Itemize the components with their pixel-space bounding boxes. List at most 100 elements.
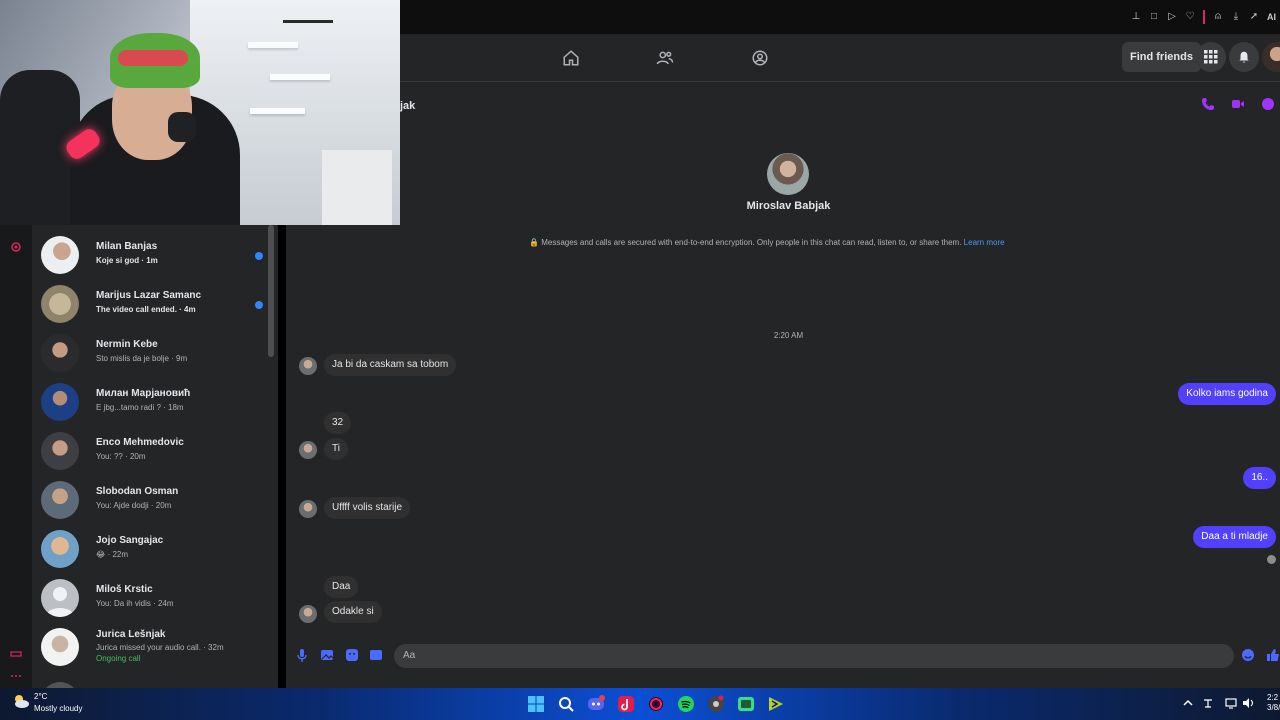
avatar xyxy=(41,530,79,568)
sender-avatar xyxy=(299,500,317,518)
chat-title: jak xyxy=(400,100,416,112)
conversation-item[interactable]: Milan Banjas Koje si god · 1m xyxy=(40,231,270,277)
conversation-item[interactable]: Милан Марјановић E jbg...tamo radi ? · 1… xyxy=(40,378,270,424)
conversation-item[interactable]: Jurica Lešnjak Jurica missed your audio … xyxy=(40,623,270,669)
image-icon[interactable] xyxy=(320,648,334,662)
avatar xyxy=(41,432,79,470)
taskbar-clock[interactable]: 2:2 3/8/ xyxy=(1267,693,1280,713)
heart-icon[interactable]: ♡ xyxy=(1185,12,1195,22)
conversation-name: Slobodan Osman xyxy=(96,486,179,497)
conversation-name: Miloš Krstic xyxy=(96,584,153,595)
message-incoming: Odakle si xyxy=(324,601,382,623)
conversation-name: Milan Banjas xyxy=(96,241,158,252)
sticker-icon[interactable] xyxy=(345,648,359,662)
sender-avatar xyxy=(299,357,317,375)
conversation-item[interactable]: Enco Mehmedovic You: ?? · 20m xyxy=(40,427,270,473)
unread-dot xyxy=(255,252,263,260)
info-icon[interactable] xyxy=(1261,97,1275,111)
sender-avatar xyxy=(299,605,317,623)
discord-icon[interactable] xyxy=(587,695,605,713)
gif-icon[interactable] xyxy=(369,648,383,662)
conversation-preview: E jbg...tamo radi ? · 18m xyxy=(96,403,184,412)
browser-icon[interactable] xyxy=(647,695,665,713)
notifications-icon[interactable] xyxy=(1229,42,1259,72)
android-studio-icon[interactable] xyxy=(737,695,755,713)
more-icon[interactable] xyxy=(10,670,22,682)
friends-icon[interactable] xyxy=(651,44,679,72)
windows-start-icon[interactable] xyxy=(527,695,545,713)
left-rail xyxy=(0,225,32,688)
chrome-icon[interactable] xyxy=(707,695,725,713)
chevron-up-icon[interactable] xyxy=(1182,697,1194,709)
encryption-text: Messages and calls are secured with end-… xyxy=(541,238,962,247)
message-incoming: Daa xyxy=(324,576,359,598)
tiktok-icon[interactable] xyxy=(617,695,635,713)
learn-more-link[interactable]: Learn more xyxy=(964,238,1005,247)
encryption-notice: 🔒 Messages and calls are secured with en… xyxy=(529,238,1005,247)
conversation-name: Marijus Lazar Samanc xyxy=(96,290,202,301)
spotify-icon[interactable] xyxy=(677,695,695,713)
weather-icon[interactable] xyxy=(12,693,30,709)
microphone-icon[interactable] xyxy=(295,648,309,662)
conversation-preview: Sto mislis da je bolje · 9m xyxy=(96,354,188,363)
like-icon[interactable] xyxy=(1266,648,1280,662)
seen-indicator xyxy=(1267,555,1276,564)
conversation-list: Milan Banjas Koje si god · 1m Marijus La… xyxy=(32,225,278,688)
download-icon[interactable]: ⤓ xyxy=(1231,12,1241,22)
message-incoming: Uffff volis starije xyxy=(324,497,411,519)
emoji-icon[interactable] xyxy=(1241,648,1255,662)
conversation-item-partial[interactable] xyxy=(40,677,270,688)
cam-box xyxy=(322,150,392,225)
ongoing-call-label: Ongoing call xyxy=(96,654,141,663)
message-incoming: Ja bi da caskam sa tobom xyxy=(324,354,457,376)
cam-shelf xyxy=(270,74,330,80)
message-input[interactable] xyxy=(394,644,1234,668)
pin-icon[interactable]: ⊥ xyxy=(1131,12,1141,22)
conversation-name: Jurica Lešnjak xyxy=(96,629,166,640)
conversation-preview: You: Ajde dodji · 20m xyxy=(96,501,172,510)
menu-grid-icon[interactable] xyxy=(1196,42,1226,72)
home-icon[interactable] xyxy=(557,44,585,72)
unread-dot xyxy=(255,301,263,309)
avatar xyxy=(41,481,79,519)
avatar xyxy=(41,383,79,421)
weather-condition[interactable]: Mostly cloudy xyxy=(34,704,82,713)
settings-icon[interactable] xyxy=(10,241,22,253)
extension-icon[interactable] xyxy=(10,648,22,660)
conversation-item[interactable]: Marijus Lazar Samanc The video call ende… xyxy=(40,280,270,326)
avatar xyxy=(41,285,79,323)
volume-icon[interactable] xyxy=(1242,697,1254,709)
cam-shelf xyxy=(248,42,298,48)
groups-icon[interactable] xyxy=(746,44,774,72)
language-icon[interactable] xyxy=(1202,697,1214,709)
contact-avatar[interactable] xyxy=(767,153,809,195)
message-outgoing: 16.. xyxy=(1243,467,1276,489)
send-icon[interactable]: ➚ xyxy=(1249,12,1259,22)
conversation-item[interactable]: Slobodan Osman You: Ajde dodji · 20m xyxy=(40,476,270,522)
conversation-preview: 😂 · 22m xyxy=(96,550,129,559)
message-timestamp: 2:20 AM xyxy=(773,331,804,340)
terminal-icon[interactable] xyxy=(767,695,785,713)
cam-shelf xyxy=(250,108,305,114)
cam-hat-band xyxy=(118,50,188,66)
ai-label[interactable]: AI xyxy=(1267,12,1276,22)
profile-avatar[interactable] xyxy=(1262,42,1280,72)
display-icon[interactable] xyxy=(1225,697,1237,709)
find-friends-button[interactable]: Find friends xyxy=(1122,42,1201,72)
avatar xyxy=(41,579,79,617)
window-icon[interactable]: □ xyxy=(1149,12,1159,22)
search-icon[interactable] xyxy=(557,695,575,713)
conversation-name: Милан Марјановић xyxy=(96,388,191,399)
weather-temperature[interactable]: 2°C xyxy=(34,692,47,701)
conversation-preview: Jurica missed your audio call. · 32m xyxy=(96,643,224,652)
audio-call-icon[interactable] xyxy=(1201,97,1215,111)
default-avatar-icon xyxy=(46,587,74,617)
avatar xyxy=(41,628,79,666)
conversation-item[interactable]: Jojo Sangajac 😂 · 22m xyxy=(40,525,270,571)
conversation-item[interactable]: Miloš Krstic You: Da ih vidis · 24m xyxy=(40,574,270,620)
windows-taskbar xyxy=(0,688,1280,720)
video-call-icon[interactable] xyxy=(1231,97,1245,111)
play-icon[interactable]: ▷ xyxy=(1167,12,1177,22)
user-icon[interactable]: ⍝ xyxy=(1213,12,1223,22)
sender-avatar xyxy=(299,441,317,459)
